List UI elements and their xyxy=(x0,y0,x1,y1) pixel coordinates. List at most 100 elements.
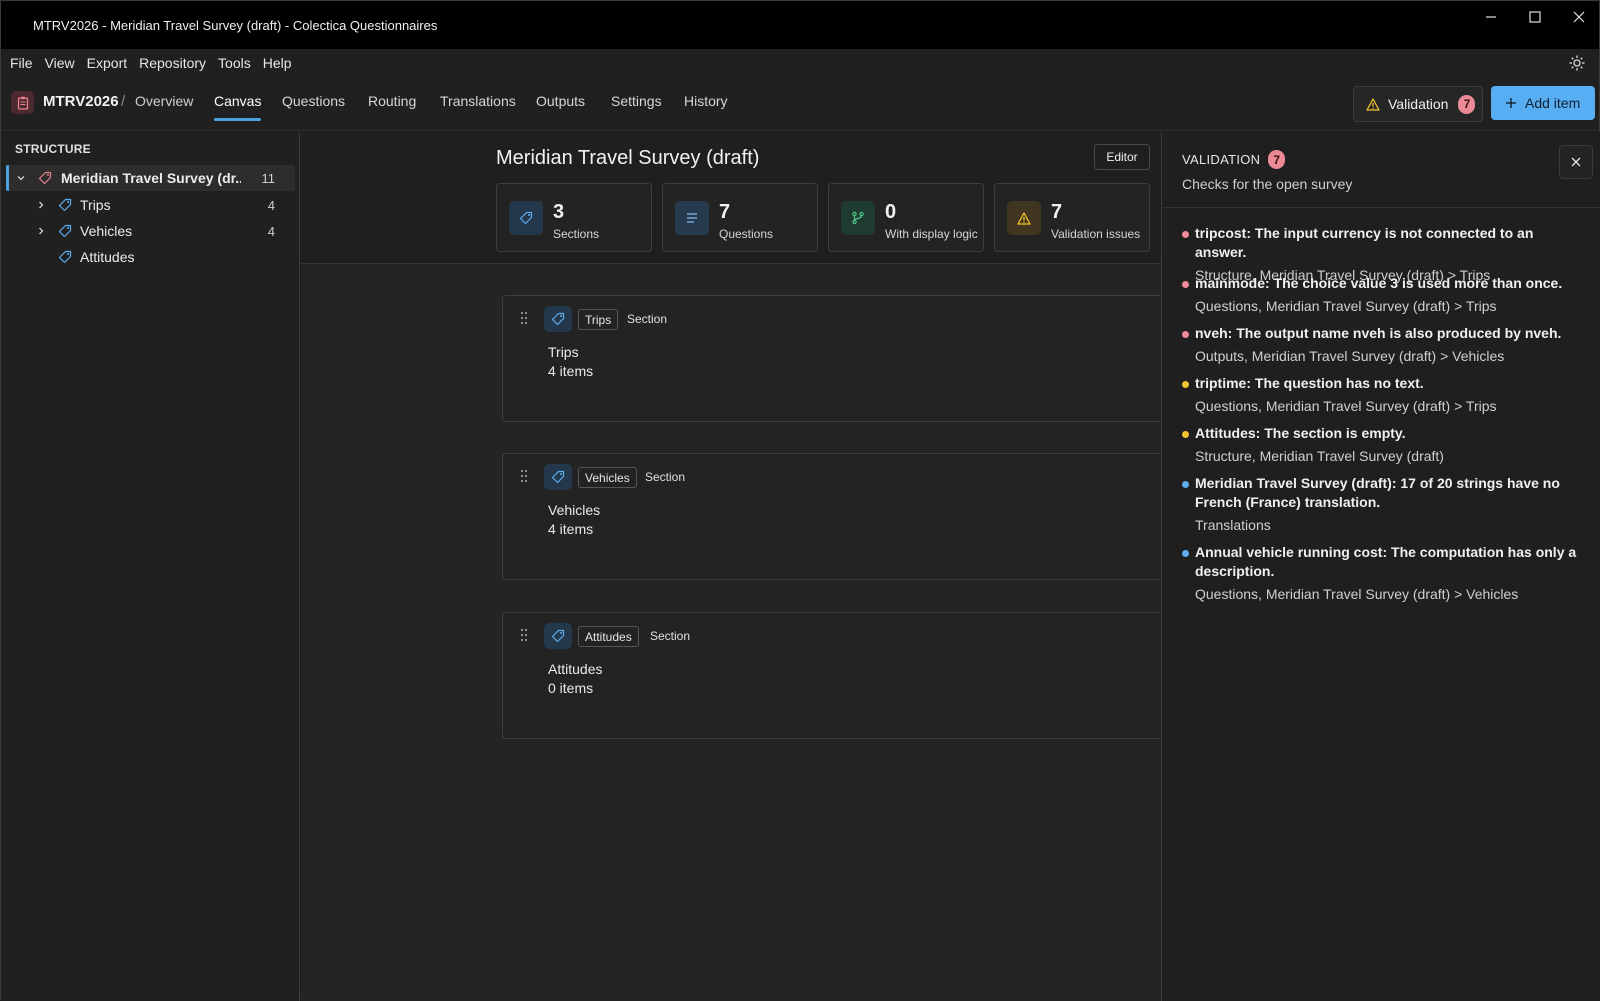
close-icon xyxy=(1573,11,1585,23)
app-window: MTRV2026 - Meridian Travel Survey (draft… xyxy=(0,0,1600,1001)
section-name: Vehicles xyxy=(548,502,601,518)
drag-handle-icon[interactable] xyxy=(519,469,529,486)
menu-help[interactable]: Help xyxy=(263,55,292,71)
canvas-area: Meridian Travel Survey (draft) Editor 3 … xyxy=(301,132,1161,1001)
breadcrumb-overview[interactable]: Overview xyxy=(135,93,193,109)
stat-value: 7 xyxy=(719,201,731,223)
menu-repository[interactable]: Repository xyxy=(139,55,206,71)
stat-value: 0 xyxy=(885,201,897,223)
menu-view[interactable]: View xyxy=(45,55,75,71)
section-card-attitudes[interactable]: Attitudes Section Attitudes 0 items xyxy=(502,612,1161,739)
tab-routing[interactable]: Routing xyxy=(368,93,416,109)
menu-export[interactable]: Export xyxy=(87,55,127,71)
structure-sidebar: STRUCTURE Meridian Travel Survey (dr... … xyxy=(1,132,300,1001)
validation-issue[interactable]: Attitudes: The section is empty. Structu… xyxy=(1182,424,1582,465)
tree-item-count: 4 xyxy=(267,197,275,213)
tree-item-count: 4 xyxy=(267,223,275,239)
warning-icon xyxy=(1366,97,1380,111)
menu-bar: File View Export Repository Tools Help xyxy=(1,49,1599,77)
tab-settings[interactable]: Settings xyxy=(611,93,662,109)
theme-toggle-icon[interactable] xyxy=(1569,55,1585,74)
validation-issue[interactable]: triptime: The question has no text. Ques… xyxy=(1182,374,1582,415)
tab-translations[interactable]: Translations xyxy=(440,93,516,109)
survey-icon xyxy=(11,91,34,114)
chevron-right-icon[interactable] xyxy=(34,226,48,236)
section-name: Attitudes xyxy=(548,661,603,677)
issue-message: Annual vehicle running cost: The computa… xyxy=(1195,544,1577,579)
breadcrumb-survey-id[interactable]: MTRV2026 xyxy=(43,93,119,110)
stat-card-questions: 7 Questions xyxy=(662,183,818,252)
tag-icon xyxy=(58,224,72,238)
validation-issue[interactable]: mainmode: The choice value 3 is used mor… xyxy=(1182,274,1582,315)
section-card-vehicles[interactable]: Vehicles Section Vehicles 4 items xyxy=(502,453,1161,580)
close-window-button[interactable] xyxy=(1557,1,1600,33)
tree-item-label: Meridian Travel Survey (dr... xyxy=(61,170,241,186)
section-item-count: 4 items xyxy=(548,363,594,379)
issue-message: triptime: The question has no text. xyxy=(1195,375,1424,391)
chevron-right-icon[interactable] xyxy=(34,200,48,210)
section-type-label: Section xyxy=(645,470,686,484)
warning-icon xyxy=(1007,201,1041,235)
issue-message: tripcost: The input currency is not conn… xyxy=(1195,225,1534,260)
active-tab-indicator xyxy=(214,118,261,121)
issue-location: Translations xyxy=(1195,517,1271,533)
stat-label: Sections xyxy=(553,227,600,241)
editor-button[interactable]: Editor xyxy=(1094,144,1150,170)
menu-tools[interactable]: Tools xyxy=(218,55,251,71)
stat-value: 3 xyxy=(553,201,565,223)
add-item-button[interactable]: Add item xyxy=(1491,86,1595,120)
validation-title-text: VALIDATION xyxy=(1182,152,1261,167)
section-type-label: Section xyxy=(650,629,691,643)
tab-canvas[interactable]: Canvas xyxy=(214,93,261,109)
drag-handle-icon[interactable] xyxy=(519,628,529,645)
issue-message: mainmode: The choice value 3 is used mor… xyxy=(1195,275,1563,291)
tag-icon xyxy=(544,306,572,332)
window-title: MTRV2026 - Meridian Travel Survey (draft… xyxy=(33,17,438,33)
close-panel-button[interactable] xyxy=(1559,145,1593,179)
minimize-button[interactable] xyxy=(1469,1,1513,33)
validation-subtitle: Checks for the open survey xyxy=(1182,176,1353,192)
validation-issue[interactable]: Annual vehicle running cost: The computa… xyxy=(1182,543,1582,603)
tree-item-attitudes[interactable]: Attitudes xyxy=(6,244,295,270)
issue-location: Structure, Meridian Travel Survey (draft… xyxy=(1195,448,1444,464)
tree-item-root[interactable]: Meridian Travel Survey (dr... 11 xyxy=(6,165,295,191)
issue-location: Outputs, Meridian Travel Survey (draft) … xyxy=(1195,348,1505,364)
validation-count-badge: 7 xyxy=(1268,150,1286,169)
issue-location: Questions, Meridian Travel Survey (draft… xyxy=(1195,298,1497,314)
breadcrumb-separator: / xyxy=(121,93,126,110)
issue-message: Meridian Travel Survey (draft): 17 of 20… xyxy=(1195,475,1560,510)
validation-button-label: Validation xyxy=(1388,96,1449,112)
maximize-button[interactable] xyxy=(1513,1,1557,33)
page-title: Meridian Travel Survey (draft) xyxy=(496,147,760,169)
add-item-label: Add item xyxy=(1525,95,1581,111)
tree-item-label: Attitudes xyxy=(80,249,135,265)
tree-item-vehicles[interactable]: Vehicles 4 xyxy=(6,218,295,244)
warning-dot-icon xyxy=(1182,381,1189,388)
validation-button[interactable]: Validation 7 xyxy=(1353,86,1483,122)
maximize-icon xyxy=(1529,11,1541,23)
tab-outputs[interactable]: Outputs xyxy=(536,93,585,109)
tree-item-label: Trips xyxy=(80,197,111,213)
validation-issue[interactable]: Meridian Travel Survey (draft): 17 of 20… xyxy=(1182,474,1582,534)
tree-item-trips[interactable]: Trips 4 xyxy=(6,192,295,218)
drag-handle-icon[interactable] xyxy=(519,311,529,328)
section-chip: Trips xyxy=(578,309,619,330)
tag-icon xyxy=(509,201,543,235)
menu-file[interactable]: File xyxy=(10,55,33,71)
error-dot-icon xyxy=(1182,281,1189,288)
tag-icon xyxy=(544,623,572,649)
minimize-icon xyxy=(1486,16,1496,18)
validation-issue[interactable]: nveh: The output name nveh is also produ… xyxy=(1182,324,1582,365)
chevron-down-icon[interactable] xyxy=(14,173,28,183)
tree-item-label: Vehicles xyxy=(80,223,133,239)
issue-message: nveh: The output name nveh is also produ… xyxy=(1195,325,1562,341)
tab-history[interactable]: History xyxy=(684,93,728,109)
title-bar: MTRV2026 - Meridian Travel Survey (draft… xyxy=(1,1,1599,49)
section-card-trips[interactable]: Trips Section Trips 4 items xyxy=(502,295,1161,422)
tag-icon xyxy=(58,250,72,264)
issue-message: Attitudes: The section is empty. xyxy=(1195,425,1406,441)
tag-icon xyxy=(58,198,72,212)
issue-location: Questions, Meridian Travel Survey (draft… xyxy=(1195,586,1519,602)
tab-questions[interactable]: Questions xyxy=(282,93,345,109)
stat-label: Questions xyxy=(719,227,774,241)
